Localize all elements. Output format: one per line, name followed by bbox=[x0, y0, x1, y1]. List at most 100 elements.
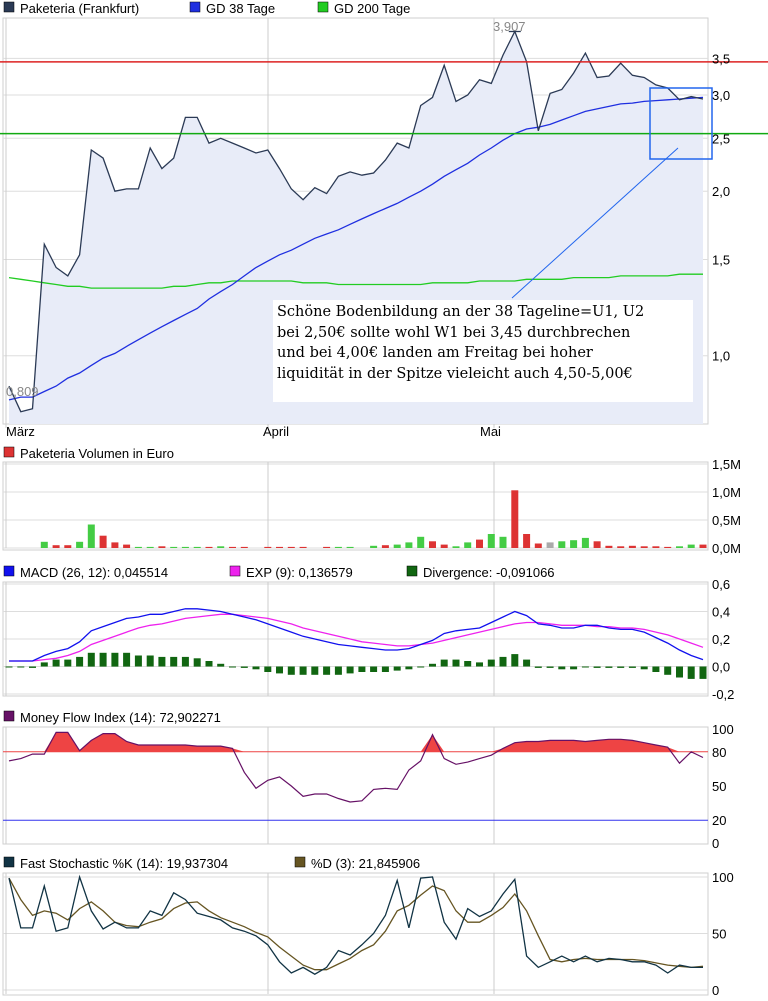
divergence-bar bbox=[311, 666, 319, 675]
stoch-tick-label: 50 bbox=[712, 927, 726, 942]
price-legend-swatch-gd38 bbox=[189, 1, 201, 13]
divergence-bar bbox=[699, 666, 707, 679]
divergence-bar bbox=[205, 661, 213, 667]
stoch-tick-label: 100 bbox=[712, 870, 734, 885]
mfi-y-axis: 100 80 50 20 0 bbox=[712, 722, 734, 851]
volume-bar bbox=[64, 545, 72, 548]
divergence-bar bbox=[405, 666, 413, 670]
divergence-bar bbox=[452, 659, 460, 667]
stoch-k-legend: Fast Stochastic %K (14): 19,937304 bbox=[20, 856, 228, 871]
price-tick-label: 3,0 bbox=[712, 88, 730, 103]
volume-tick-label: 0,5M bbox=[712, 513, 741, 528]
stoch-k-legend-swatch bbox=[3, 856, 15, 868]
x-label-april: April bbox=[263, 424, 289, 439]
macd-tick-label: 0,4 bbox=[712, 605, 730, 620]
price-tick-label: 1,0 bbox=[712, 349, 730, 364]
volume-bar bbox=[381, 545, 389, 548]
volume-bar bbox=[628, 545, 636, 548]
chart-canvas: Paketeria (Frankfurt) GD 38 Tage GD 200 … bbox=[0, 1, 768, 998]
divergence-bar bbox=[240, 666, 248, 668]
divergence-bar bbox=[264, 666, 272, 672]
divergence-bar bbox=[687, 666, 695, 679]
volume-bar bbox=[605, 545, 613, 548]
volume-bar bbox=[99, 535, 107, 548]
volume-bar bbox=[276, 546, 283, 548]
divergence-bar bbox=[499, 656, 507, 667]
volume-bar bbox=[487, 534, 495, 548]
divergence-legend-swatch bbox=[406, 565, 418, 577]
volume-bar bbox=[76, 541, 84, 548]
volume-bar bbox=[370, 545, 378, 548]
divergence-bar bbox=[476, 662, 483, 667]
divergence-bar bbox=[134, 655, 142, 667]
volume-legend-swatch bbox=[3, 446, 15, 458]
divergence-bar bbox=[464, 661, 472, 667]
divergence-bar bbox=[546, 666, 554, 668]
divergence-bars bbox=[5, 652, 707, 679]
volume-panel: Paketeria Volumen in Euro 1,5M 1,0M 0,5M 0,… bbox=[2, 446, 741, 556]
divergence-bar bbox=[29, 666, 36, 668]
low-price-label: 0,809 bbox=[6, 384, 39, 399]
mfi-legend-swatch bbox=[3, 710, 15, 722]
volume-bar bbox=[229, 546, 236, 548]
volume-bar bbox=[687, 544, 695, 548]
divergence-bar bbox=[158, 656, 166, 667]
volume-bar bbox=[523, 534, 531, 548]
macd-tick-label: -0,2 bbox=[712, 687, 734, 702]
exp-legend-swatch bbox=[229, 565, 241, 577]
divergence-bar bbox=[628, 666, 636, 668]
price-legend-price: Paketeria (Frankfurt) bbox=[20, 1, 139, 16]
price-tick-label: 2,5 bbox=[712, 131, 730, 146]
volume-bar bbox=[617, 546, 625, 548]
volume-bar bbox=[440, 544, 448, 548]
mfi-legend: Money Flow Index (14): 72,902271 bbox=[20, 710, 221, 725]
volume-bar bbox=[240, 546, 248, 548]
price-legend-swatch-price bbox=[3, 1, 15, 13]
volume-bar bbox=[205, 546, 213, 548]
divergence-bar bbox=[146, 655, 154, 667]
divergence-bar bbox=[429, 663, 436, 667]
macd-legend: MACD (26, 12): 0,045514 bbox=[20, 565, 168, 580]
price-y-axis: 3,5 3,0 2,5 2,0 1,5 1,0 bbox=[712, 51, 730, 363]
mfi-grid bbox=[5, 727, 495, 844]
x-label-mai: Mai bbox=[480, 424, 501, 439]
volume-bar bbox=[640, 546, 648, 548]
divergence-bar bbox=[323, 666, 331, 675]
mfi-panel: Money Flow Index (14): 72,902271 100 80 50… bbox=[2, 710, 734, 851]
volume-bar bbox=[217, 546, 225, 548]
macd-panel: MACD (26, 12): 0,045514 EXP (9): 0,13657… bbox=[2, 565, 734, 702]
volume-bar bbox=[511, 490, 519, 548]
volume-bars bbox=[40, 490, 707, 548]
volume-bar bbox=[570, 540, 578, 548]
macd-y-axis: 0,6 0,4 0,2 0,0 -0,2 bbox=[712, 577, 734, 702]
volume-bar bbox=[181, 546, 189, 548]
volume-bar bbox=[87, 524, 95, 548]
volume-tick-label: 1,0M bbox=[712, 485, 741, 500]
divergence-bar bbox=[52, 659, 60, 667]
volume-bar bbox=[652, 546, 660, 548]
volume-bar bbox=[323, 546, 331, 548]
macd-legend-swatch bbox=[3, 565, 15, 577]
divergence-bar bbox=[17, 666, 25, 668]
annotation-line-4: liquidität in der Spitze vieleicht auch … bbox=[277, 365, 633, 382]
volume-y-axis: 1,5M 1,0M 0,5M 0,0M bbox=[712, 457, 741, 556]
divergence-bar bbox=[393, 666, 401, 671]
divergence-bar bbox=[76, 656, 84, 667]
mfi-tick-label: 50 bbox=[712, 779, 726, 794]
macd-tick-label: 0,6 bbox=[712, 577, 730, 592]
volume-bar bbox=[464, 542, 472, 548]
divergence-bar bbox=[664, 666, 672, 675]
divergence-bar bbox=[334, 666, 342, 675]
volume-bar bbox=[40, 541, 48, 548]
divergence-bar bbox=[417, 666, 425, 668]
volume-bar bbox=[417, 536, 425, 548]
divergence-bar bbox=[276, 666, 283, 674]
annotation-line-3: und bei 4,00€ landen am Freitag bei hohe… bbox=[277, 345, 593, 361]
volume-bar bbox=[52, 545, 60, 548]
divergence-legend: Divergence: -0,091066 bbox=[423, 565, 555, 580]
stoch-grid bbox=[3, 873, 708, 994]
divergence-bar bbox=[617, 666, 625, 668]
divergence-bar bbox=[358, 666, 366, 672]
volume-plot-frame bbox=[2, 461, 709, 551]
volume-bar bbox=[558, 541, 566, 548]
